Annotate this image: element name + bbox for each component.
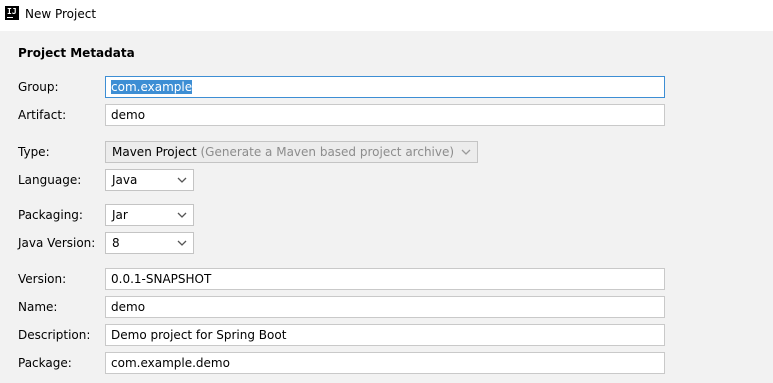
artifact-field[interactable]: demo [105, 104, 665, 126]
package-field[interactable]: com.example.demo [105, 352, 665, 374]
chevron-down-icon [177, 240, 187, 246]
packaging-label: Packaging: [18, 208, 83, 222]
java-version-select[interactable]: 8 [105, 232, 194, 254]
chevron-down-icon [461, 149, 471, 155]
description-field[interactable]: Demo project for Spring Boot [105, 324, 665, 346]
section-title: Project Metadata [18, 46, 135, 60]
version-label: Version: [18, 272, 67, 286]
language-label: Language: [18, 173, 82, 187]
chevron-down-icon [177, 177, 187, 183]
java-version-label: Java Version: [18, 236, 96, 250]
language-select[interactable]: Java [105, 169, 194, 191]
packaging-value: Jar [112, 208, 128, 222]
description-label: Description: [18, 328, 91, 342]
name-field[interactable]: demo [105, 296, 665, 318]
intellij-icon: IJ [5, 6, 19, 20]
package-label: Package: [18, 356, 72, 370]
chevron-down-icon [177, 212, 187, 218]
artifact-label: Artifact: [18, 108, 67, 122]
type-hint: (Generate a Maven based project archive) [200, 145, 455, 159]
type-label: Type: [18, 145, 50, 159]
name-label: Name: [18, 300, 58, 314]
group-value: com.example [111, 80, 193, 94]
title-bar: IJ New Project [0, 0, 773, 31]
group-label: Group: [18, 80, 59, 94]
type-select[interactable]: Maven Project (Generate a Maven based pr… [105, 141, 478, 163]
packaging-select[interactable]: Jar [105, 204, 194, 226]
type-value: Maven Project [112, 145, 197, 159]
version-field[interactable]: 0.0.1-SNAPSHOT [105, 268, 665, 290]
group-field[interactable]: com.example [105, 76, 665, 98]
window-title: New Project [25, 7, 97, 21]
language-value: Java [112, 173, 138, 187]
java-version-value: 8 [112, 236, 120, 250]
